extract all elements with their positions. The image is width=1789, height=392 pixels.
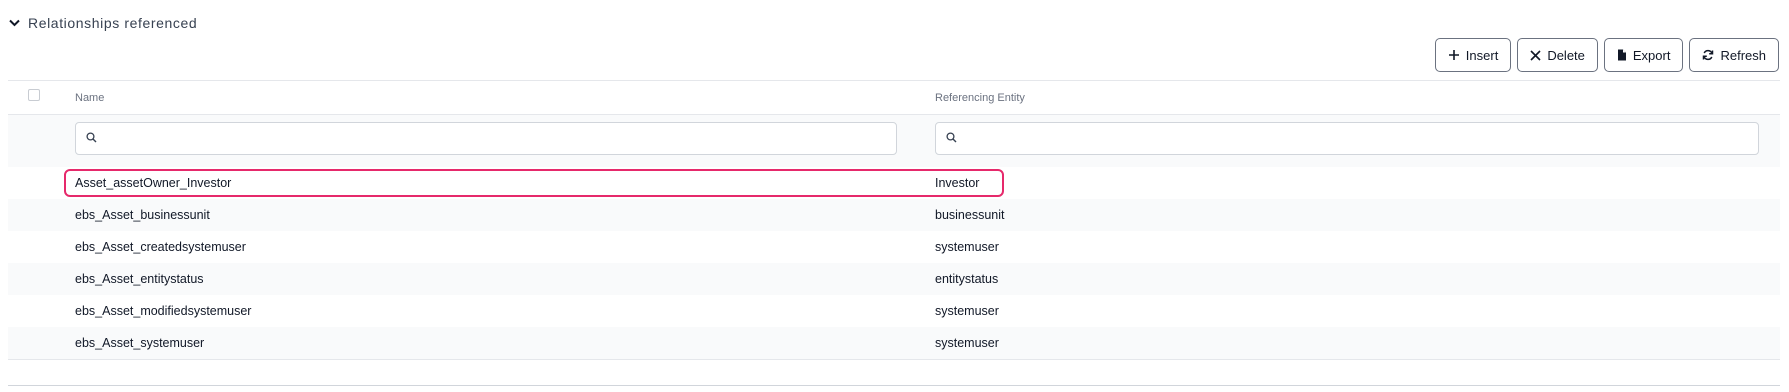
- cell-name: ebs_Asset_businessunit: [75, 208, 210, 222]
- export-button[interactable]: Export: [1603, 38, 1684, 72]
- refresh-button[interactable]: Refresh: [1689, 38, 1779, 72]
- table-header: Name Referencing Entity: [8, 81, 1780, 115]
- table-row[interactable]: ebs_Asset_modifiedsystemuser systemuser: [8, 295, 1780, 327]
- search-icon: [86, 130, 97, 148]
- column-header-name[interactable]: Name: [75, 92, 104, 104]
- relationships-table: Name Referencing Entity Asset_assetOwner…: [8, 80, 1780, 360]
- cell-referencing-entity: systemuser: [935, 336, 999, 350]
- cell-referencing-entity: businessunit: [935, 208, 1005, 222]
- cell-referencing-entity: entitystatus: [935, 272, 999, 286]
- cell-name: ebs_Asset_modifiedsystemuser: [75, 304, 252, 318]
- insert-button[interactable]: Insert: [1434, 38, 1512, 72]
- export-label: Export: [1632, 47, 1671, 63]
- search-icon: [946, 130, 957, 148]
- filter-row: [8, 115, 1780, 167]
- referencing-entity-filter-input[interactable]: [935, 122, 1759, 155]
- table-row[interactable]: ebs_Asset_createdsystemuser systemuser: [8, 231, 1780, 263]
- cell-name: ebs_Asset_entitystatus: [75, 272, 204, 286]
- table-row[interactable]: ebs_Asset_entitystatus entitystatus: [8, 263, 1780, 295]
- cell-referencing-entity: Investor: [935, 176, 980, 190]
- section-header[interactable]: Relationships referenced: [8, 14, 197, 32]
- close-icon: [1530, 49, 1541, 61]
- chevron-down-icon[interactable]: [8, 17, 20, 29]
- table-row[interactable]: Asset_assetOwner_Investor Investor: [8, 167, 1780, 199]
- plus-icon: [1448, 49, 1460, 61]
- table-row[interactable]: ebs_Asset_businessunit businessunit: [8, 199, 1780, 231]
- cell-referencing-entity: systemuser: [935, 240, 999, 254]
- refresh-label: Refresh: [1720, 47, 1766, 63]
- name-filter-input[interactable]: [75, 122, 897, 155]
- section-title: Relationships referenced: [28, 15, 198, 31]
- document-icon: [1617, 49, 1627, 61]
- insert-label: Insert: [1465, 47, 1499, 63]
- refresh-icon: [1702, 49, 1714, 61]
- cell-name: ebs_Asset_systemuser: [75, 336, 205, 350]
- select-all-checkbox[interactable]: [28, 89, 40, 101]
- table-row[interactable]: ebs_Asset_systemuser systemuser: [8, 327, 1780, 360]
- toolbar: Insert Delete Export Refresh: [1434, 38, 1779, 72]
- cell-referencing-entity: systemuser: [935, 304, 999, 318]
- cell-name: Asset_assetOwner_Investor: [75, 176, 232, 190]
- delete-button[interactable]: Delete: [1517, 38, 1598, 72]
- delete-label: Delete: [1547, 47, 1585, 63]
- column-header-referencing-entity[interactable]: Referencing Entity: [935, 92, 1025, 104]
- cell-name: ebs_Asset_createdsystemuser: [75, 240, 246, 254]
- section-divider: [8, 385, 1780, 386]
